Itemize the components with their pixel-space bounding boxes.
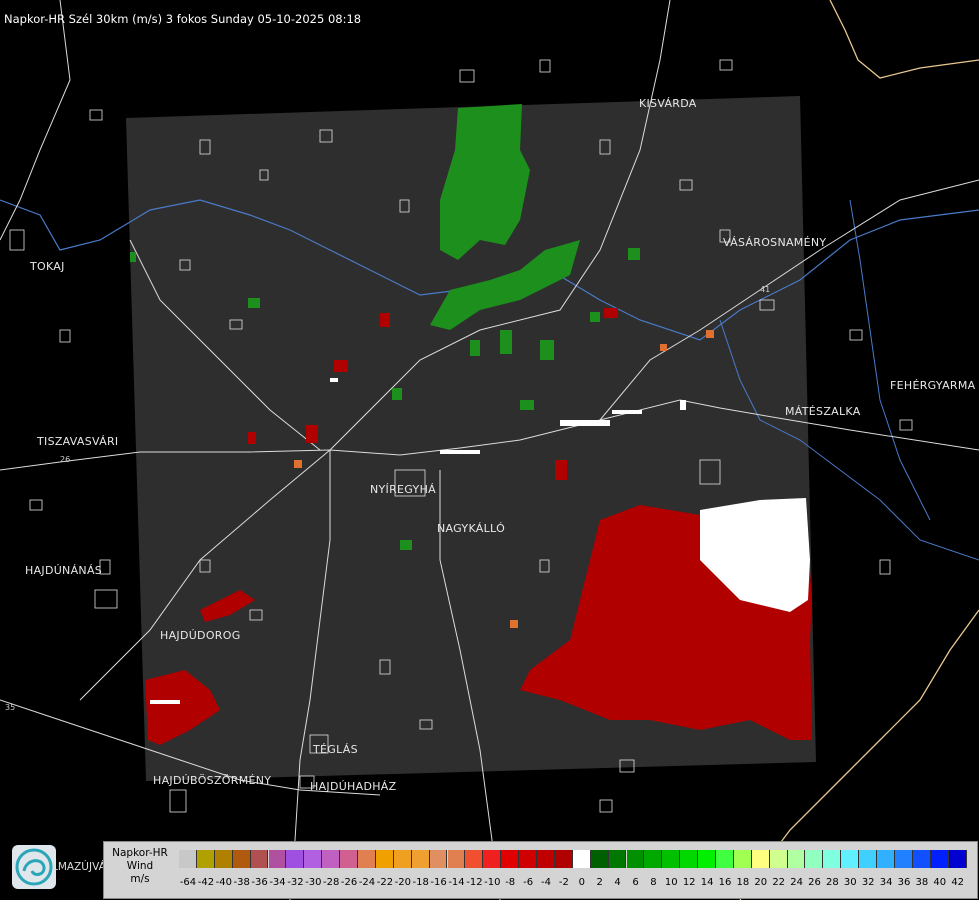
legend-swatch (877, 850, 895, 868)
town-label-nagykallo: NAGYKÁLLÓ (437, 522, 506, 535)
legend-swatch (751, 850, 770, 868)
legend-swatch (716, 850, 734, 868)
legend-swatch (250, 850, 269, 868)
legend-swatch (895, 850, 913, 868)
legend-swatch (644, 850, 663, 868)
town-label-vasarosnameny: VÁSÁROSNAMÉNY (723, 236, 827, 249)
town-label-tiszavasvari: TISZAVASVÁRI (37, 435, 119, 448)
legend-swatch (554, 850, 573, 868)
town-label-mateszalka: MÁTÉSZALKA (785, 405, 861, 418)
legend-swatch (232, 850, 251, 868)
legend-swatch (483, 850, 502, 868)
legend-swatch (501, 850, 520, 868)
legend-swatch (465, 850, 484, 868)
legend-swatch (733, 850, 752, 868)
legend-swatch (411, 850, 430, 868)
legend-swatch (304, 850, 323, 868)
legend-swatch (805, 850, 824, 868)
legend-swatch (519, 850, 537, 868)
legend-swatch (375, 850, 394, 868)
town-label-teglas: TÉGLÁS (313, 743, 358, 756)
legend-swatch (912, 850, 931, 868)
legend-swatch (268, 850, 287, 868)
legend-title: Napkor-HR Wind m/s (106, 847, 174, 886)
road-number-41: 41 (760, 285, 771, 294)
legend-swatch (286, 850, 305, 868)
legend-swatch (340, 850, 358, 868)
legend-swatch (698, 850, 716, 868)
legend-swatch (322, 850, 341, 868)
town-label-tokaj: TOKAJ (30, 260, 65, 273)
legend-title-line3: m/s (130, 873, 150, 885)
road-number-35: 35 (5, 703, 16, 712)
legend-swatch (393, 850, 412, 868)
wind-legend: Napkor-HR Wind m/s -64 -42 -40 -38 -36 -34 -32… (103, 841, 978, 899)
legend-swatch (196, 850, 215, 868)
legend-swatch (859, 850, 878, 868)
legend-swatch (948, 850, 967, 868)
legend-swatch (841, 850, 860, 868)
town-label-hajduboszormeny: HAJDÚBÖSZÖRMÉNY (153, 774, 272, 787)
road-number-26: 26 (60, 455, 71, 464)
legend-tick-label: 42 (951, 877, 965, 888)
legend-swatch (358, 850, 376, 868)
town-label-fehergyarmat: FEHÉRGYARMA (890, 379, 976, 392)
legend-title-line2: Wind (126, 860, 154, 872)
legend-swatch (590, 850, 609, 868)
map-canvas: Napkor-HR Szél 30km (m/s) 3 fokos Sunday… (0, 0, 979, 900)
map-graphic (0, 0, 979, 900)
legend-swatch (179, 850, 197, 868)
legend-swatch (429, 850, 448, 868)
legend-swatch (680, 850, 699, 868)
legend-swatch (447, 850, 466, 868)
legend-swatch (537, 850, 555, 868)
river-kraszna (849, 199, 931, 521)
legend-swatch (823, 850, 842, 868)
legend-title-line1: Napkor-HR (112, 847, 168, 859)
legend-swatch (214, 850, 233, 868)
legend-swatch (787, 850, 806, 868)
town-label-hajdudorog: HAJDÚDOROG (160, 629, 241, 642)
legend-swatch (662, 850, 681, 868)
map-title: Napkor-HR Szél 30km (m/s) 3 fokos Sunday… (4, 12, 362, 26)
town-label-hajdunanas: HAJDÚNÁNÁS (25, 564, 103, 577)
town-label-kisvarda: KISVÁRDA (639, 97, 697, 110)
legend-swatch (626, 850, 645, 868)
legend-swatch (930, 850, 949, 868)
legend-swatch (608, 850, 627, 868)
town-label-nyiregyhaza: NYÍREGYHÁ (370, 483, 436, 496)
legend-swatch (572, 850, 591, 868)
town-label-hajduhadhaz: HAJDÚHADHÁZ (310, 780, 397, 793)
napkor-logo-icon (12, 845, 56, 889)
legend-swatch (769, 850, 788, 868)
country-border (829, 0, 979, 79)
